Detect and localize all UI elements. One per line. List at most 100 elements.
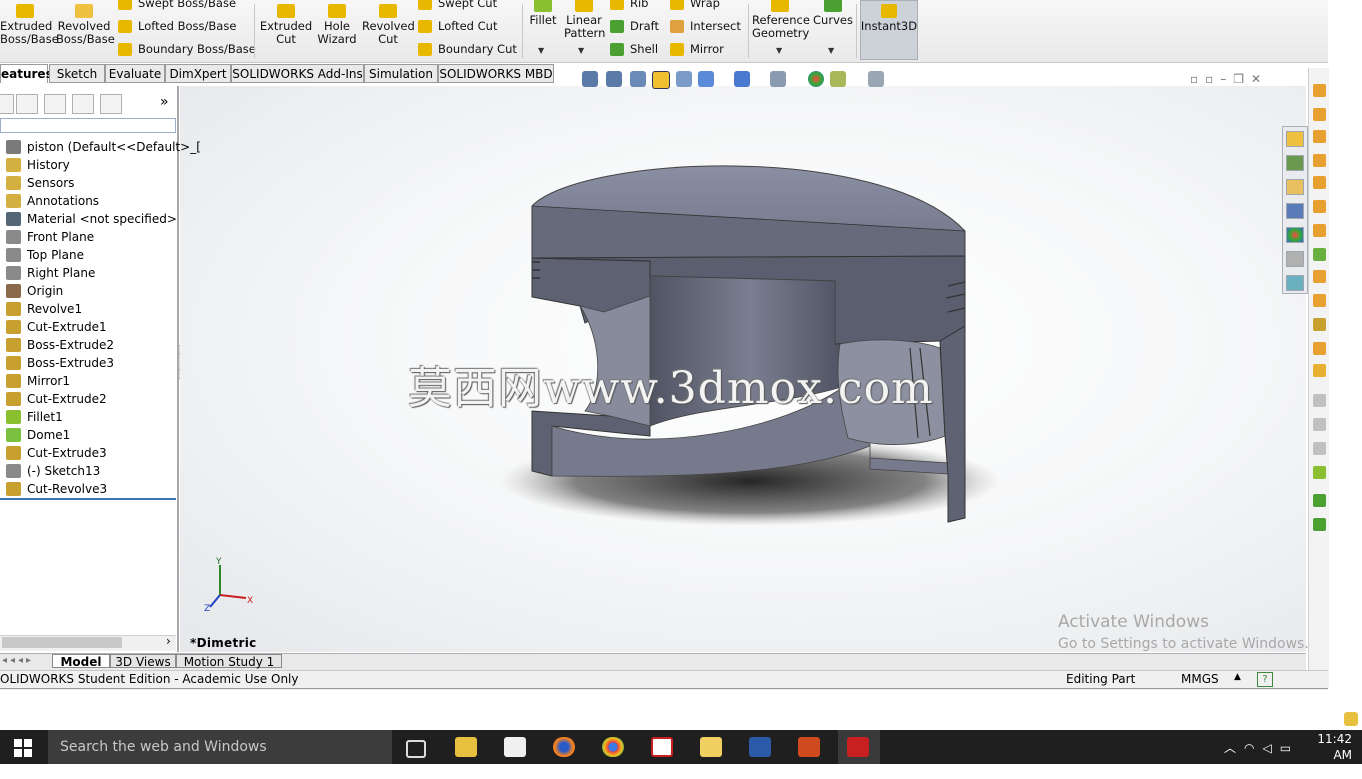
reference-dropdown-icon[interactable]: ▼ (776, 46, 782, 55)
word-icon[interactable] (749, 737, 771, 757)
tree-item[interactable]: Revolve1 (0, 300, 82, 318)
tab-features[interactable]: eatures (0, 64, 53, 83)
tile-horizontal-icon[interactable]: ▫ (1190, 72, 1205, 86)
hide-show-items-icon[interactable] (770, 71, 786, 87)
shortcut-tool-icon[interactable] (1313, 394, 1326, 407)
zoom-to-fit-icon[interactable] (582, 71, 598, 87)
shortcut-tool-icon[interactable] (1313, 442, 1326, 455)
tree-item[interactable]: Top Plane (0, 246, 84, 264)
shortcut-tool-icon[interactable] (1313, 200, 1326, 213)
swept-boss-button[interactable]: Swept Boss/Base (118, 0, 236, 10)
configuration-manager-tab-icon[interactable] (44, 94, 66, 114)
shell-button[interactable]: Shell (610, 42, 658, 56)
pattern-dropdown-icon[interactable]: ▼ (578, 46, 584, 55)
dimxpert-manager-tab-icon[interactable] (72, 94, 94, 114)
property-manager-tab-icon[interactable] (16, 94, 38, 114)
rib-button[interactable]: Rib (610, 0, 649, 10)
tile-vertical-icon[interactable]: ▫ (1205, 72, 1220, 86)
unit-system-up-icon[interactable]: ▲ (1234, 672, 1241, 682)
custom-properties-icon[interactable] (1286, 251, 1304, 267)
tree-item[interactable]: (-) Sketch13 (0, 462, 100, 480)
notification-icon[interactable]: ▭ (1280, 741, 1299, 755)
volume-icon[interactable]: ◁ (1263, 741, 1280, 755)
tab-motion-study-1[interactable]: Motion Study 1 (176, 654, 282, 669)
store-icon[interactable] (504, 737, 526, 757)
extruded-cut-button[interactable]: Extruded Cut (258, 4, 314, 46)
edit-appearance-icon[interactable] (808, 71, 824, 87)
windows-start-icon[interactable] (14, 739, 32, 757)
acrobat-icon[interactable] (651, 737, 673, 757)
task-view-icon[interactable] (406, 740, 426, 758)
tab-evaluate[interactable]: Evaluate (105, 64, 165, 83)
tree-item[interactable]: Dome1 (0, 426, 70, 444)
tree-item[interactable]: Front Plane (0, 228, 94, 246)
draft-button[interactable]: Draft (610, 19, 659, 33)
reference-geometry-button[interactable]: Reference Geometry (752, 0, 810, 40)
mirror-button[interactable]: Mirror (670, 42, 724, 56)
shortcut-tool-icon[interactable] (1313, 224, 1326, 237)
fillet-button[interactable]: Fillet (526, 0, 560, 27)
help-icon[interactable]: ? (1257, 672, 1273, 687)
tab-model[interactable]: Model (52, 654, 110, 669)
tree-item[interactable]: Cut-Extrude3 (0, 444, 107, 462)
shortcut-tool-icon[interactable] (1313, 364, 1326, 377)
shortcut-tool-icon[interactable] (1313, 466, 1326, 479)
file-explorer-icon[interactable] (1286, 179, 1304, 195)
chrome-icon[interactable] (602, 737, 624, 757)
tree-item[interactable]: Boss-Extrude3 (0, 354, 114, 372)
shortcut-tool-icon[interactable] (1313, 176, 1326, 189)
solidworks-icon[interactable] (847, 737, 869, 757)
chevron-up-icon[interactable]: ︿ (1224, 741, 1244, 755)
swept-cut-button[interactable]: Swept Cut (418, 0, 497, 10)
tree-item[interactable]: Mirror1 (0, 372, 70, 390)
firefox-icon[interactable] (553, 737, 575, 757)
tree-item[interactable]: Origin (0, 282, 63, 300)
shortcut-tool-icon[interactable] (1313, 494, 1326, 507)
tree-item[interactable]: History (0, 156, 70, 174)
lofted-boss-button[interactable]: Lofted Boss/Base (118, 19, 236, 33)
tree-item[interactable]: piston (Default<<Default>_[ (0, 138, 201, 156)
tab-scroll-icons[interactable]: ◂◂◂▸ (2, 655, 34, 666)
shortcut-tool-icon[interactable] (1313, 418, 1326, 431)
view-settings-icon[interactable] (868, 71, 884, 87)
apply-scene-icon[interactable] (830, 71, 846, 87)
shortcut-tool-icon[interactable] (1313, 294, 1326, 307)
view-orientation-icon[interactable] (698, 71, 714, 87)
restore-icon[interactable]: ❐ (1233, 72, 1251, 86)
unit-system-selector[interactable]: MMGS (1181, 672, 1219, 686)
tab-3d-views[interactable]: 3D Views (110, 654, 176, 669)
tab-solidworks-addins[interactable]: SOLIDWORKS Add-Ins (231, 64, 364, 83)
feature-tree-scroll-thumb[interactable] (2, 637, 122, 648)
feature-tree-tab-icon[interactable] (0, 94, 14, 114)
curves-button[interactable]: Curves (812, 0, 854, 27)
curves-dropdown-icon[interactable]: ▼ (828, 46, 834, 55)
extruded-boss-button[interactable]: Extruded Boss/Base (0, 4, 59, 46)
solidworks-forum-icon[interactable] (1286, 275, 1304, 291)
design-library-icon[interactable] (1286, 155, 1304, 171)
file-explorer-taskbar-icon[interactable] (455, 737, 477, 757)
linear-pattern-button[interactable]: Linear Pattern (564, 0, 605, 40)
revolved-cut-button[interactable]: Revolved Cut (362, 4, 415, 46)
view-palette-icon[interactable] (1286, 203, 1304, 219)
close-icon[interactable]: ✕ (1251, 72, 1268, 86)
tree-item[interactable]: Annotations (0, 192, 99, 210)
shortcut-tool-icon[interactable] (1313, 248, 1326, 261)
tab-solidworks-mbd[interactable]: SOLIDWORKS MBD (438, 64, 554, 83)
dynamic-annotation-icon[interactable] (676, 71, 692, 87)
fillet-dropdown-icon[interactable]: ▼ (538, 46, 544, 55)
tree-item[interactable]: Boss-Extrude2 (0, 336, 114, 354)
lofted-cut-button[interactable]: Lofted Cut (418, 19, 497, 33)
shortcut-tool-icon[interactable] (1344, 712, 1358, 726)
hole-wizard-button[interactable]: Hole Wizard (312, 4, 362, 46)
shortcut-tool-icon[interactable] (1313, 130, 1326, 143)
expand-panel-icon[interactable]: » (160, 94, 169, 110)
tree-item[interactable]: Material <not specified> (0, 210, 177, 228)
display-manager-tab-icon[interactable] (100, 94, 122, 114)
intersect-button[interactable]: Intersect (670, 19, 741, 33)
wrap-button[interactable]: Wrap (670, 0, 720, 10)
taskbar-clock[interactable]: 11:42 AM 9/24/2016 (1298, 731, 1360, 779)
previous-view-icon[interactable] (630, 71, 646, 87)
feature-tree-filter-input[interactable] (0, 118, 176, 133)
tab-sketch[interactable]: Sketch (49, 64, 105, 83)
powerpoint-icon[interactable] (798, 737, 820, 757)
